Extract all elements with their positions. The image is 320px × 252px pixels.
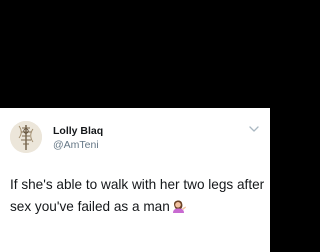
display-name[interactable]: Lolly Blaq [53,125,103,137]
tweet-text: If she's able to walk with her two legs … [10,174,265,218]
chevron-down-icon[interactable] [248,124,260,134]
avatar-drawing-icon [10,121,42,153]
black-background-area [0,0,270,108]
user-handle[interactable]: @AmTeni [53,139,99,151]
tweet-text-content: If she's able to walk with her two legs … [10,177,265,214]
woman-tipping-hand-emoji-icon [172,200,186,213]
tweet-card: Lolly Blaq @AmTeni If she's able to walk… [0,108,270,252]
avatar[interactable] [10,121,42,153]
